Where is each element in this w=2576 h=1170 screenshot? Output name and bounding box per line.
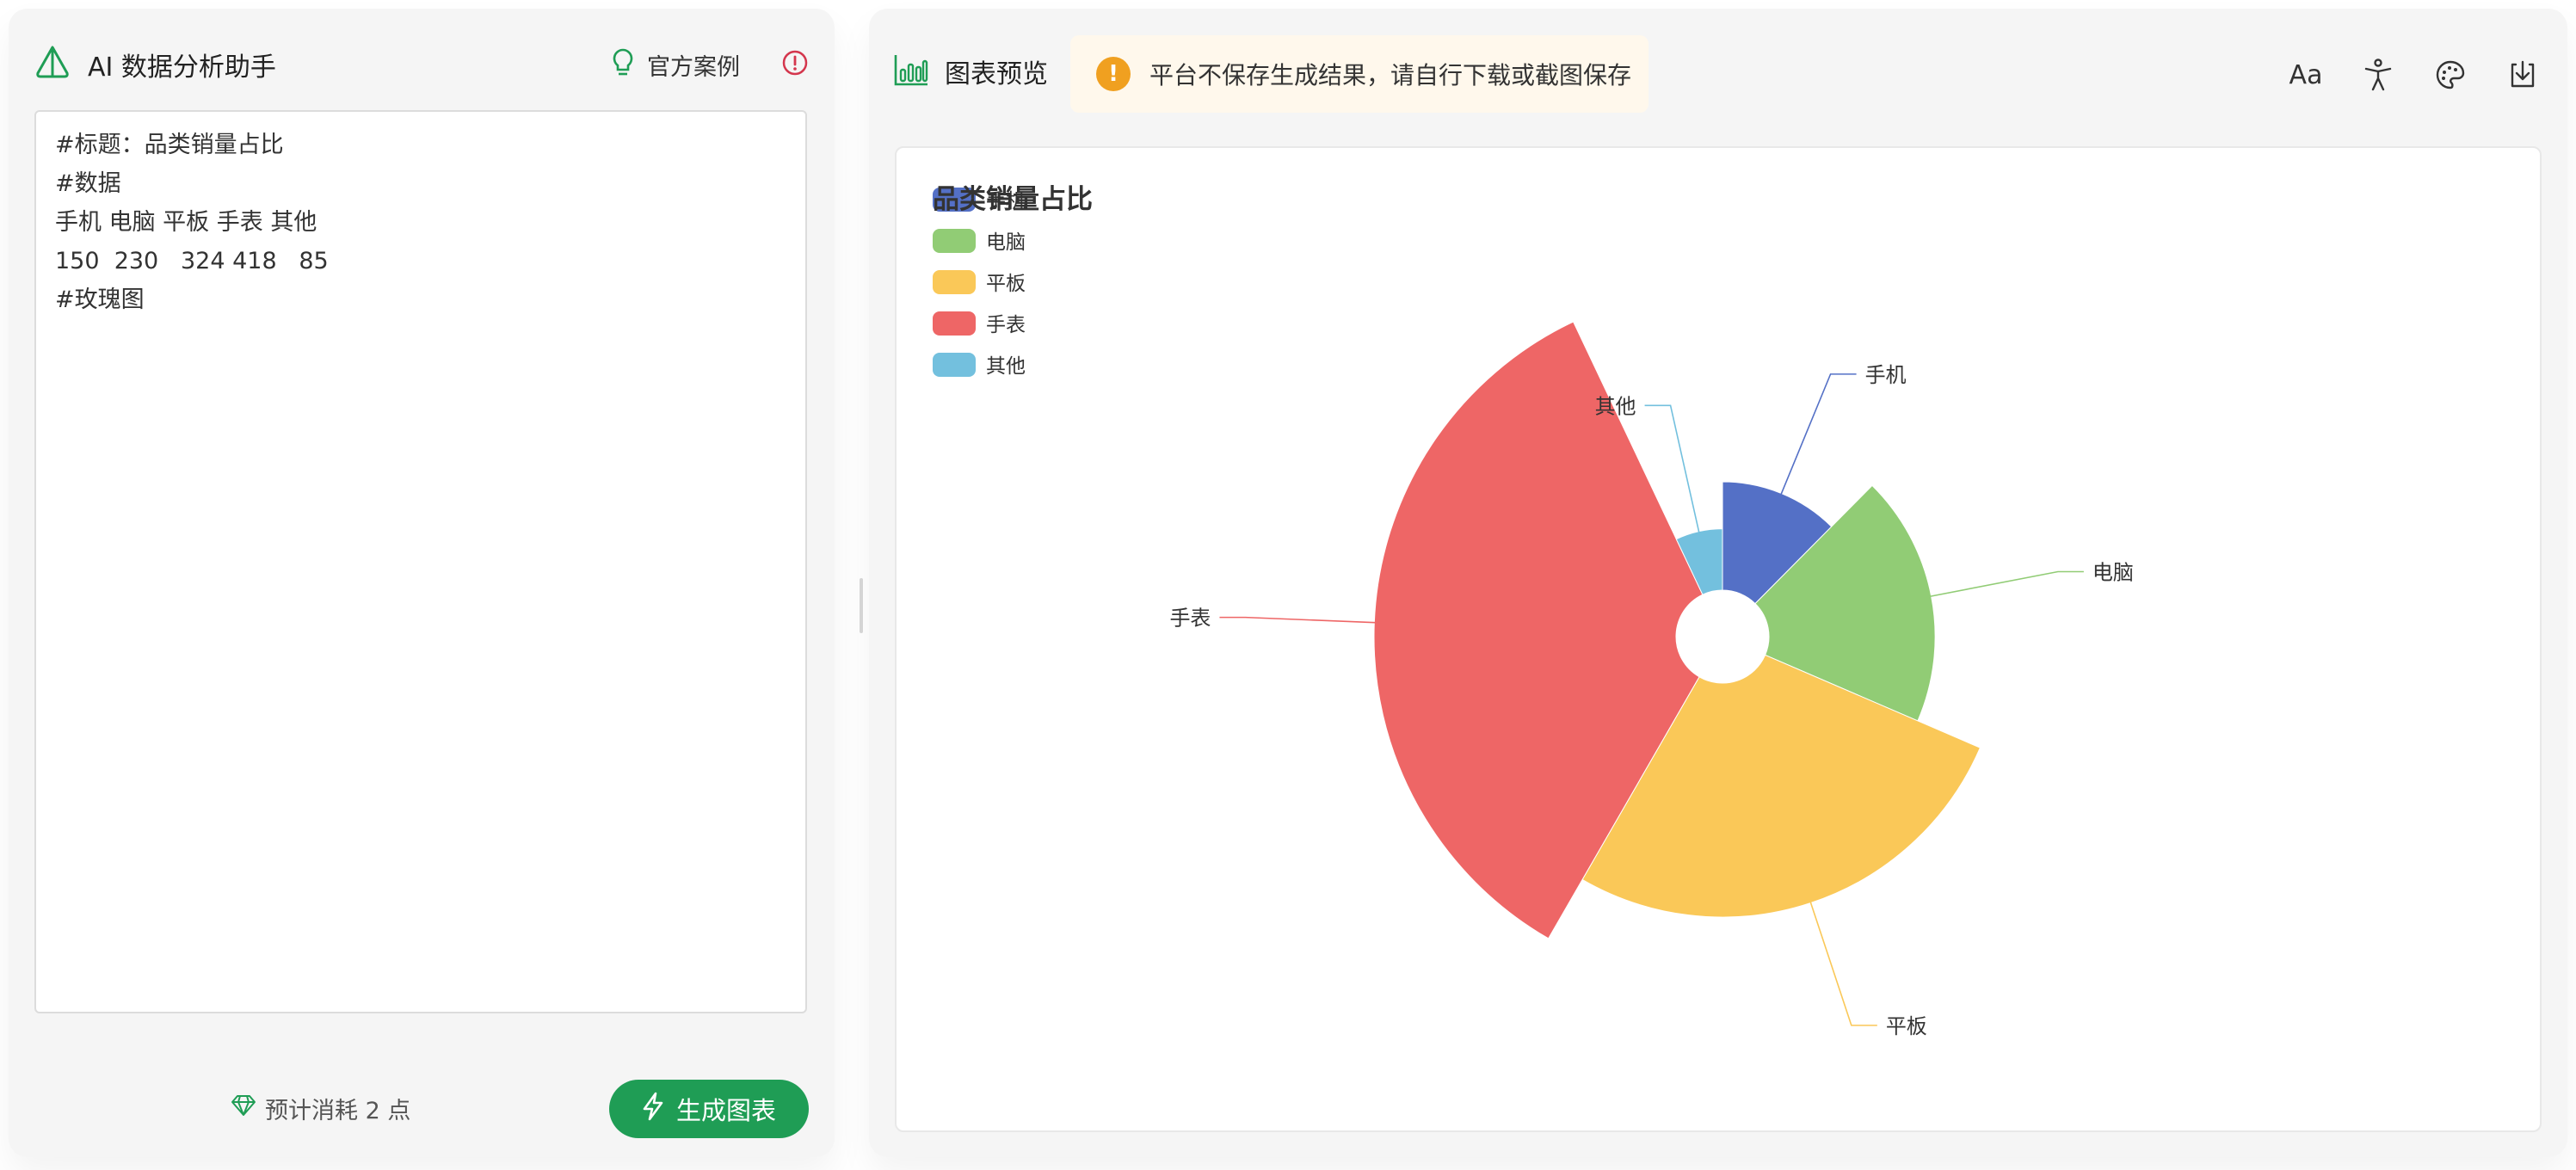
warning-icon: ! — [1096, 57, 1131, 91]
label-leader-line — [1927, 570, 2084, 598]
label-leader-line — [1809, 899, 1877, 1026]
legend-label: 电脑 — [986, 231, 1026, 254]
lightbulb-icon[interactable] — [611, 47, 635, 82]
app-logo-icon — [34, 45, 71, 84]
editor-line: #标题：品类销量占比 — [55, 132, 284, 158]
font-icon[interactable]: Aa — [2285, 54, 2326, 95]
label-leader-line — [1779, 373, 1857, 497]
editor-line: 150 230 324 418 85 — [55, 248, 329, 274]
palette-icon[interactable] — [2430, 54, 2471, 95]
legend-swatch — [933, 229, 976, 253]
accessibility-icon[interactable] — [2357, 54, 2399, 95]
chart-card: 手机 电脑 平板 手表 其他 手机 电脑 平板 手表 其他 品类销量占比 — [895, 146, 2542, 1132]
slice-label: 其他 — [1595, 394, 1636, 418]
save-notice: ! 平台不保存生成结果，请自行下载或截图保存 — [1070, 35, 1649, 113]
diamond-icon — [231, 1093, 256, 1124]
cost-text: 预计消耗 2 点 — [265, 1098, 411, 1124]
panel-resize-handle[interactable] — [860, 578, 863, 633]
rose-chart: 手机电脑平板手表其他手机电脑平板手表其他品类销量占比 — [933, 184, 2134, 1038]
input-panel: AI 数据分析助手 官方案例 #标题：品类销量占比 #数据 手机 电脑 平板 手… — [9, 9, 835, 1157]
legend-swatch — [933, 353, 976, 377]
notice-text: 平台不保存生成结果，请自行下载或截图保存 — [1149, 61, 1632, 89]
legend-swatch — [933, 311, 976, 336]
input-panel-header: AI 数据分析助手 官方案例 — [34, 34, 809, 95]
legend-label: 平板 — [986, 273, 1026, 295]
preview-title: 图表预览 — [945, 59, 1048, 89]
generate-chart-button[interactable]: 生成图表 — [609, 1080, 809, 1138]
slice-label: 平板 — [1886, 1014, 1927, 1038]
prompt-editor[interactable]: #标题：品类销量占比 #数据 手机 电脑 平板 手表 其他 150 230 32… — [34, 110, 807, 1013]
chart-title: 品类销量占比 — [933, 184, 1093, 215]
bar-chart-icon — [893, 52, 929, 90]
input-panel-footer: 预计消耗 2 点 生成图表 — [9, 1080, 835, 1140]
preview-header: 图表预览 ! 平台不保存生成结果，请自行下载或截图保存 Aa — [893, 30, 2543, 116]
preview-panel: 图表预览 ! 平台不保存生成结果，请自行下载或截图保存 Aa 手机 电脑 平板 手表其… — [869, 9, 2567, 1157]
generate-chart-label: 生成图表 — [675, 1096, 776, 1125]
lightning-icon — [642, 1092, 664, 1127]
slice-label: 手机 — [1865, 363, 1907, 387]
official-cases-link[interactable]: 官方案例 — [647, 48, 740, 82]
legend-swatch — [933, 270, 976, 294]
editor-line: #数据 — [55, 170, 121, 197]
editor-line: #玫瑰图 — [55, 286, 145, 313]
cost-estimate: 预计消耗 2 点 — [231, 1092, 410, 1125]
legend-label: 手表 — [986, 314, 1026, 336]
editor-line: 手机 电脑 平板 手表 其他 — [55, 209, 317, 236]
app-title: AI 数据分析助手 — [88, 52, 276, 83]
slice-label: 手表 — [1169, 607, 1211, 631]
info-alert-icon[interactable] — [781, 49, 809, 80]
download-icon[interactable] — [2502, 54, 2543, 95]
slice-label: 电脑 — [2092, 560, 2134, 584]
preview-toolbar: Aa — [2254, 54, 2543, 95]
label-leader-line — [1219, 616, 1378, 624]
legend-label: 其他 — [986, 355, 1026, 378]
